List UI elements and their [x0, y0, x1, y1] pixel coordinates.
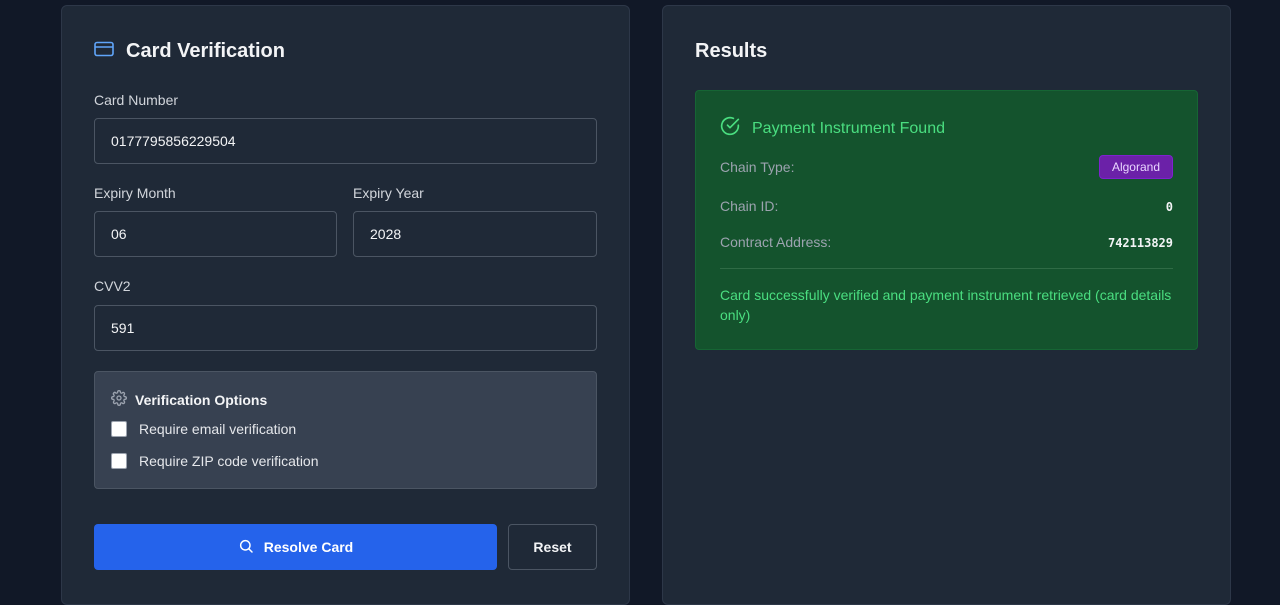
- chain-id-label: Chain ID:: [720, 198, 779, 214]
- result-card: Payment Instrument Found Chain Type: Alg…: [695, 90, 1198, 350]
- email-verification-checkbox[interactable]: [111, 421, 127, 437]
- zip-verification-checkbox[interactable]: [111, 453, 127, 469]
- chain-type-badge: Algorand: [1098, 155, 1173, 179]
- result-divider: [720, 268, 1173, 269]
- verification-options-header: Verification Options: [111, 390, 267, 409]
- result-status: Payment Instrument Found: [720, 116, 945, 141]
- card-verification-panel: Card Verification Card Number 0177795856…: [61, 5, 630, 605]
- check-circle-icon: [720, 116, 740, 141]
- verification-options-title: Verification Options: [135, 391, 268, 408]
- cvv-value: 591: [111, 320, 135, 336]
- credit-card-icon: [94, 41, 114, 62]
- results-title: Results: [695, 40, 768, 62]
- expiry-month-input[interactable]: 06: [94, 211, 337, 257]
- zip-verification-option[interactable]: Require ZIP code verification: [111, 453, 319, 469]
- resolve-card-button[interactable]: Resolve Card: [94, 524, 497, 570]
- resolve-card-label: Resolve Card: [263, 539, 354, 555]
- expiry-month-label: Expiry Month: [94, 185, 176, 201]
- result-message: Card successfully verified and payment i…: [720, 287, 1172, 323]
- results-panel: Results Payment Instrument Found Chain T…: [662, 5, 1231, 605]
- chain-id-value: 0: [1165, 200, 1173, 214]
- zip-verification-label[interactable]: Require ZIP code verification: [139, 453, 319, 469]
- card-verification-header: Card Verification: [94, 40, 285, 63]
- verification-options: Verification Options Require email verif…: [94, 371, 597, 489]
- expiry-year-value: 2028: [370, 226, 402, 242]
- expiry-month-value: 06: [111, 226, 127, 242]
- results-header: Results: [695, 40, 767, 63]
- chain-type-label: Chain Type:: [720, 159, 795, 175]
- card-number-label: Card Number: [94, 92, 179, 108]
- reset-button[interactable]: Reset: [508, 524, 597, 570]
- expiry-year-label: Expiry Year: [353, 185, 424, 201]
- reset-label: Reset: [533, 539, 572, 555]
- card-number-input[interactable]: 0177795856229504: [94, 118, 597, 164]
- result-status-text: Payment Instrument Found: [752, 119, 945, 137]
- contract-address-value: 742113829: [1107, 236, 1173, 250]
- cvv-label: CVV2: [94, 278, 131, 294]
- card-number-value: 0177795856229504: [111, 133, 236, 149]
- gear-icon: [111, 390, 127, 409]
- email-verification-label[interactable]: Require email verification: [139, 421, 296, 437]
- search-icon: [238, 538, 254, 557]
- contract-address-label: Contract Address:: [720, 234, 832, 250]
- expiry-year-input[interactable]: 2028: [353, 211, 597, 257]
- card-verification-title: Card Verification: [126, 40, 285, 62]
- email-verification-option[interactable]: Require email verification: [111, 421, 296, 437]
- cvv-input[interactable]: 591: [94, 305, 597, 351]
